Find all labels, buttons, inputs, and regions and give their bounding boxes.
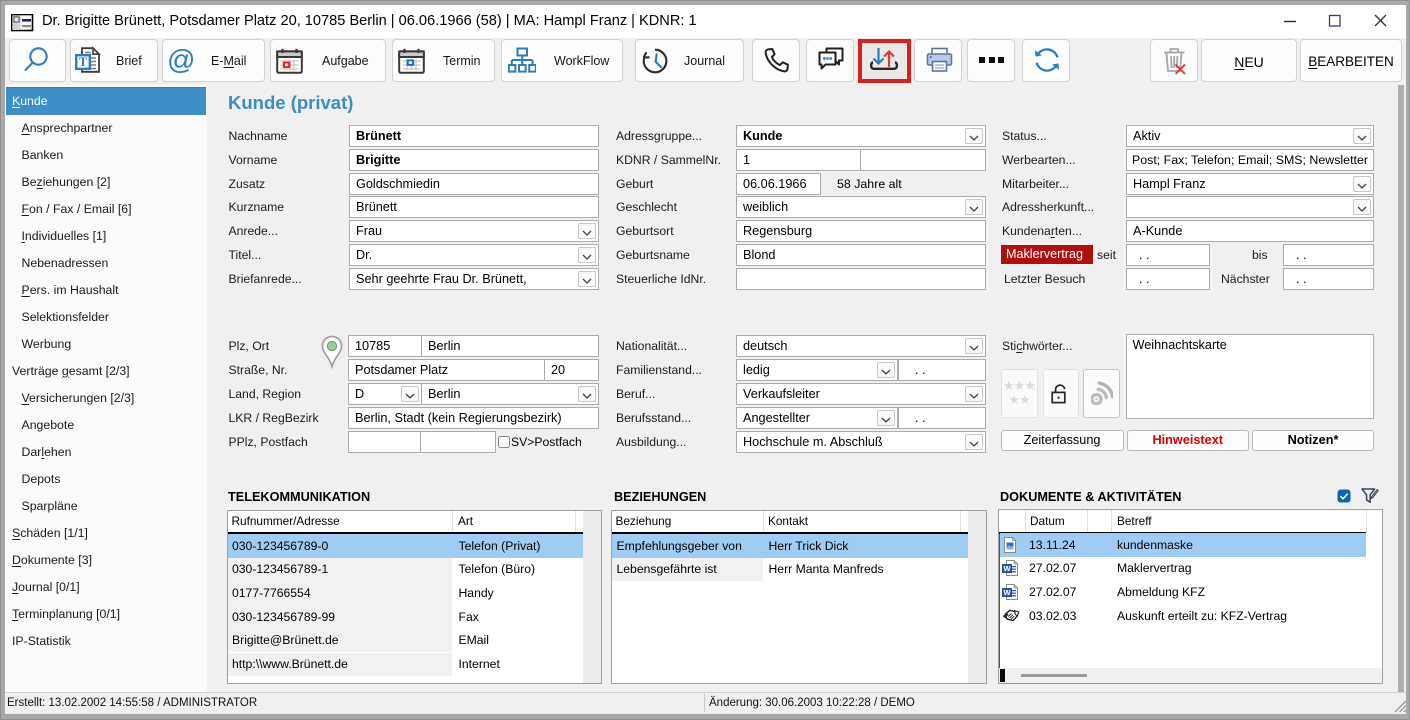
svg-text:T: T [79, 55, 88, 69]
svg-text:W: W [1003, 564, 1011, 573]
svg-text:W: W [1003, 588, 1011, 597]
